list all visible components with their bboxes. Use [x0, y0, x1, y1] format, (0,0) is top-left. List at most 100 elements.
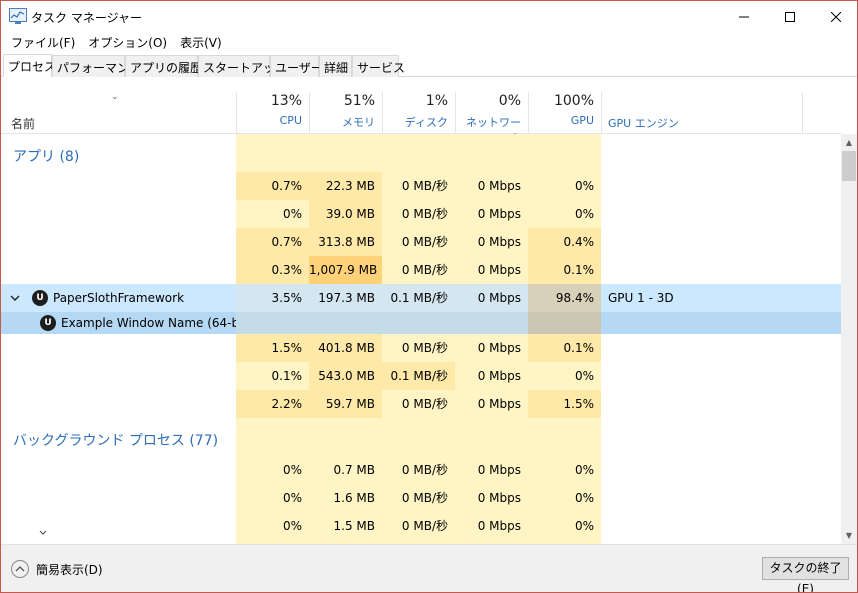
cpu-cell: 0%: [282, 463, 302, 477]
maximize-icon: [785, 11, 795, 22]
table-row-expanded[interactable]: U PaperSlothFramework 3.5% 197.3 MB 0.1 …: [1, 284, 841, 312]
table-row[interactable]: 0% 1.6 MB 0 MB/秒 0 Mbps 0%: [1, 484, 841, 512]
column-gpu-engine[interactable]: GPU エンジン: [601, 92, 802, 134]
column-name[interactable]: 名前: [11, 115, 35, 132]
tab-users[interactable]: ユーザー: [270, 55, 323, 77]
process-list: アプリ (8) 0.7% 22.3 MB 0 MB/秒 0 Mbps 0% 0%…: [1, 134, 841, 544]
menu-file[interactable]: ファイル(F): [7, 32, 79, 53]
memory-cell: 1.6 MB: [333, 491, 375, 505]
cpu-cell: 0.3%: [236, 256, 309, 284]
footer: 簡易表示(D) タスクの終了(E): [1, 544, 857, 592]
column-disk[interactable]: 1% ディスク: [382, 92, 455, 134]
disk-total: 1%: [425, 93, 448, 109]
gpu-cell: 0%: [574, 369, 594, 383]
memory-cell: 1,007.9 MB: [309, 256, 382, 284]
group-label-background: バックグラウンド プロセス (77): [13, 433, 219, 449]
memory-cell: 39.0 MB: [309, 200, 382, 228]
network-cell: 0 Mbps: [477, 369, 521, 383]
tab-startup[interactable]: スタートアップ: [198, 55, 287, 77]
disk-label: ディスク: [404, 116, 448, 129]
table-row[interactable]: 0.7% 313.8 MB 0 MB/秒 0 Mbps 0.4%: [1, 228, 841, 256]
maximize-button[interactable]: [767, 1, 813, 32]
tab-processes[interactable]: プロセス: [3, 54, 56, 77]
memory-cell: 0.7 MB: [333, 463, 375, 477]
group-header-background[interactable]: バックグラウンド プロセス (77): [1, 418, 841, 456]
network-cell: 0 Mbps: [477, 341, 521, 355]
tab-services[interactable]: サービス: [352, 55, 405, 77]
disk-cell: 0 MB/秒: [401, 463, 448, 477]
column-network[interactable]: 0% ネットワーク: [455, 92, 528, 145]
disk-cell: 0 MB/秒: [401, 207, 448, 221]
menu-view[interactable]: 表示(V): [176, 32, 226, 53]
cpu-label: CPU: [279, 114, 302, 127]
table-row[interactable]: 0% 1.5 MB 0 MB/秒 0 Mbps 0%: [1, 512, 841, 540]
table-row[interactable]: 0.7% 22.3 MB 0 MB/秒 0 Mbps 0%: [1, 172, 841, 200]
network-cell: 0 Mbps: [477, 235, 521, 249]
memory-cell: 22.3 MB: [309, 172, 382, 200]
cpu-cell: 1.5%: [236, 334, 309, 362]
network-cell: 0 Mbps: [477, 519, 521, 533]
tab-details[interactable]: 詳細: [319, 55, 352, 77]
memory-cell: 197.3 MB: [309, 284, 382, 312]
memory-cell: 59.7 MB: [309, 390, 382, 418]
gpu-cell: 0%: [574, 463, 594, 477]
gpu-cell: 98.4%: [528, 284, 601, 312]
network-cell: 0 Mbps: [477, 463, 521, 477]
table-row[interactable]: 0.1% 543.0 MB 0.1 MB/秒 0 Mbps 0%: [1, 362, 841, 390]
gpu-cell: 0.1%: [528, 334, 601, 362]
network-cell: 0 Mbps: [455, 284, 528, 312]
cpu-cell: 0.7%: [236, 228, 309, 256]
scroll-down-icon[interactable]: ▼: [841, 527, 857, 544]
column-memory[interactable]: 51% メモリ: [309, 92, 382, 134]
cpu-cell: 0%: [282, 207, 302, 221]
disk-cell: 0 MB/秒: [401, 235, 448, 249]
memory-cell: 543.0 MB: [309, 362, 382, 390]
column-cpu[interactable]: 13% CPU: [236, 92, 309, 134]
group-header-apps[interactable]: アプリ (8): [1, 134, 841, 172]
table-row-child[interactable]: U Example Window Name (64-bi...: [1, 312, 841, 334]
close-button[interactable]: [813, 1, 857, 32]
scroll-thumb[interactable]: [842, 151, 856, 181]
sort-chevron-icon[interactable]: ⌄: [111, 92, 119, 102]
column-header: ⌄ 名前 13% CPU 51% メモリ 1% ディスク 0% ネットワーク 1…: [1, 92, 841, 145]
menu-options[interactable]: オプション(O): [84, 32, 171, 53]
task-manager-icon: [9, 8, 27, 24]
table-row[interactable]: 2.2% 59.7 MB 0 MB/秒 0 Mbps 1.5%: [1, 390, 841, 418]
gpu-cell: 0.4%: [528, 228, 601, 256]
gpu-engine-label: GPU エンジン: [608, 117, 679, 130]
chevron-down-icon[interactable]: [10, 294, 20, 302]
gpu-engine-cell: GPU 1 - 3D: [608, 291, 674, 305]
disk-cell: 0.1 MB/秒: [382, 284, 455, 312]
group-label-apps: アプリ (8): [13, 149, 80, 165]
vertical-scrollbar[interactable]: ▲ ▼: [841, 134, 857, 544]
cpu-cell: 3.5%: [236, 284, 309, 312]
table-row[interactable]: 1.5% 401.8 MB 0 MB/秒 0 Mbps 0.1%: [1, 334, 841, 362]
table-row[interactable]: 0% 39.0 MB 0 MB/秒 0 Mbps 0%: [1, 200, 841, 228]
column-gpu[interactable]: 100% GPU: [528, 92, 601, 134]
window-name: Example Window Name (64-bi...: [61, 316, 254, 330]
network-cell: 0 Mbps: [477, 207, 521, 221]
table-row[interactable]: 0% 0.7 MB 0 MB/秒 0 Mbps 0%: [1, 456, 841, 484]
disk-cell: 0 MB/秒: [401, 179, 448, 193]
disk-cell: 0 MB/秒: [401, 491, 448, 505]
gpu-cell: 0%: [574, 519, 594, 533]
cpu-cell: 2.2%: [236, 390, 309, 418]
menu-bar: ファイル(F) オプション(O) 表示(V): [1, 32, 857, 53]
end-task-button[interactable]: タスクの終了(E): [762, 557, 849, 592]
fewer-details-link[interactable]: 簡易表示(D): [36, 561, 103, 578]
table-row[interactable]: 0.3% 1,007.9 MB 0 MB/秒 0 Mbps 0.1%: [1, 256, 841, 284]
tab-app-history[interactable]: アプリの履歴: [125, 55, 202, 77]
process-name: PaperSlothFramework: [53, 291, 185, 305]
minimize-button[interactable]: [721, 1, 767, 32]
child-gpu-shade: [528, 312, 601, 334]
child-metrics-shade: [236, 312, 528, 334]
memory-cell: 313.8 MB: [309, 228, 382, 256]
scroll-up-icon[interactable]: ▲: [841, 134, 857, 151]
cpu-cell: 0%: [282, 491, 302, 505]
chevron-up-icon[interactable]: [11, 560, 29, 578]
cpu-cell: 0.7%: [236, 172, 309, 200]
tab-performance[interactable]: パフォーマンス: [52, 55, 141, 77]
chevron-down-icon[interactable]: [39, 530, 47, 536]
cpu-cell: 0%: [282, 519, 302, 533]
memory-label: メモリ: [342, 116, 375, 129]
